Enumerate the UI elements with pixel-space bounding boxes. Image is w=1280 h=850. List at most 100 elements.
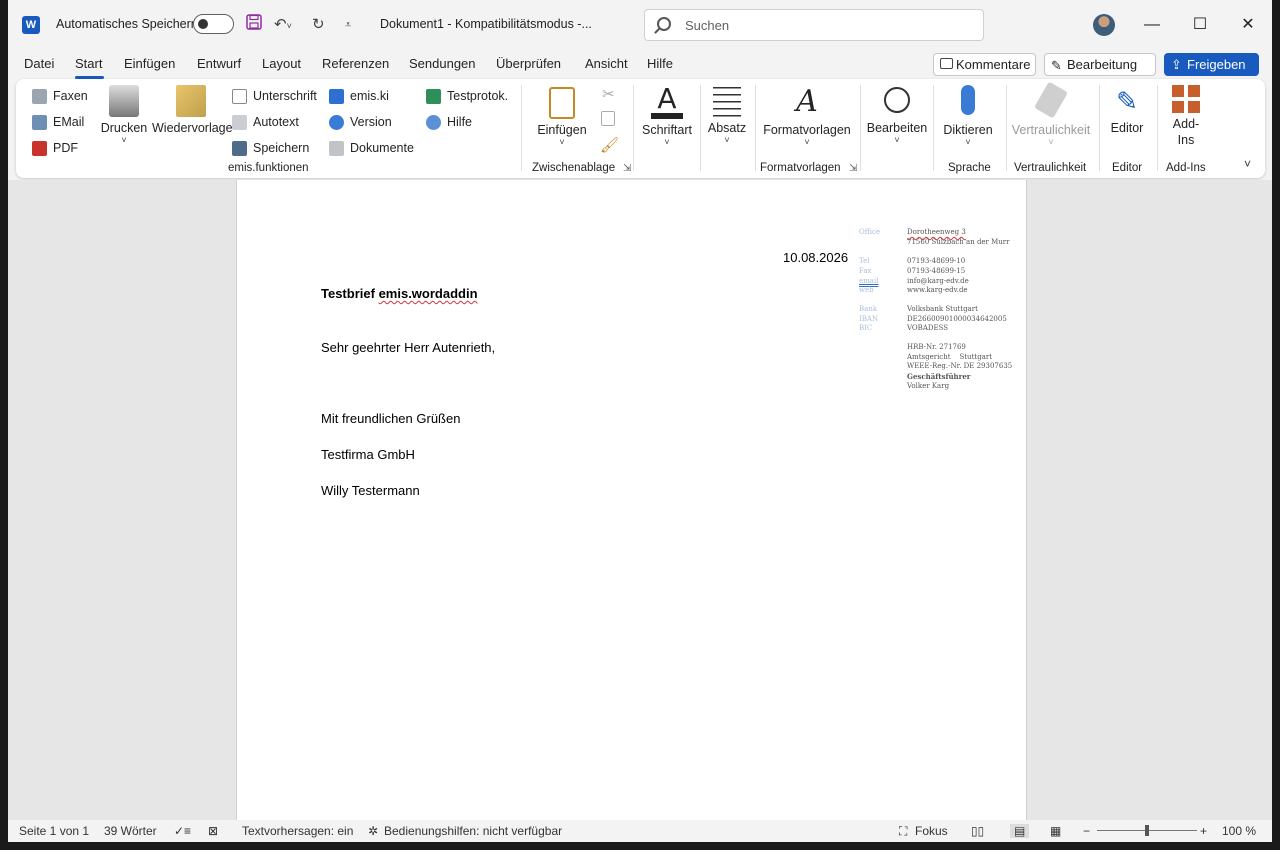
undo-icon[interactable]: ↶˅ [274,14,292,36]
addins-label-line2: Ins [1177,133,1195,147]
document-page[interactable]: 10.08.2026 Testbrief emis.wordaddin Sehr… [236,180,1027,820]
text-predictions[interactable]: Textvorhersagen: ein [242,824,353,838]
tab-ansicht[interactable]: Ansicht [585,56,628,71]
user-avatar[interactable] [1093,14,1115,36]
pencil-icon: ✎ [1051,58,1062,73]
office-label: Office [859,228,881,236]
dictate-button[interactable]: Diktieren ˅ [940,85,996,147]
accessibility-status[interactable]: Bedienungshilfen: nicht verfügbar [384,824,562,838]
microphone-icon [961,85,975,115]
styles-button[interactable]: A Formatvorlagen ˅ [762,85,852,148]
save-button[interactable]: Speichern [232,139,309,157]
search-box[interactable]: Suchen [644,9,984,41]
email-label: EMail [53,115,85,129]
paste-button[interactable]: Einfügen ˅ [537,87,587,147]
word-app-icon[interactable]: W [22,16,40,34]
font-chevron-icon: ˅ [664,137,670,147]
version-button[interactable]: Version [329,113,392,131]
tab-sendungen[interactable]: Sendungen [409,56,476,71]
resubmission-button[interactable]: Wiedervorlage [152,85,233,135]
clipboard-launcher-icon[interactable]: ⇲ [623,163,631,174]
help-button[interactable]: Hilfe [426,113,472,131]
print-layout-icon[interactable]: ▤ [1010,824,1030,838]
signature-icon [232,88,247,104]
tab-referenzen[interactable]: Referenzen [322,56,389,71]
print-button[interactable]: Drucken ˅ [98,85,150,145]
zoom-level[interactable]: 100 % [1222,824,1256,838]
fax-icon [32,88,47,104]
focus-button[interactable]: Fokus [915,824,948,838]
comments-button[interactable]: Kommentare [933,53,1036,76]
proofing-icon[interactable]: ✓≡ [174,824,191,838]
paragraph-button[interactable]: Absatz ˅ [706,87,748,145]
language-icon[interactable]: ⊠ [208,824,218,838]
page-count[interactable]: Seite 1 von 1 [19,824,89,838]
tab-hilfe[interactable]: Hilfe [647,56,673,71]
redo-icon[interactable]: ↻ [312,14,325,36]
editor-button[interactable]: ✎ Editor [1106,85,1148,135]
fax-button[interactable]: Faxen [32,87,88,105]
font-button[interactable]: A Schriftart ˅ [640,85,694,148]
paragraph-chevron-icon: ˅ [724,135,730,145]
pdf-button[interactable]: PDF [32,139,78,157]
editing-mode-button[interactable]: ✎ Bearbeitung ˅ [1044,53,1156,92]
share-label: Freigeben [1187,57,1246,72]
sensitivity-icon [1033,81,1069,119]
autosave-toggle[interactable] [193,14,234,34]
group-label-styles: Formatvorlagen [760,162,841,174]
sensitivity-button[interactable]: Vertraulichkeit ˅ [1011,81,1091,147]
maximize-button[interactable]: ☐ [1185,10,1215,40]
title-bar: W Automatisches Speichern ↶˅ ↻ ⩡ Dokumen… [8,0,1272,50]
paragraph-label: Absatz [707,121,747,135]
zoom-in-icon[interactable]: + [1200,824,1207,838]
group-label-addins: Add-Ins [1166,162,1206,174]
signature-button[interactable]: Unterschrift [232,87,317,105]
emis-ki-button[interactable]: emis.ki [329,87,389,105]
minimize-button[interactable]: — [1137,10,1167,40]
letter-closing: Mit freundlichen Grüßen [321,411,461,426]
documents-button[interactable]: Dokumente [329,139,414,157]
tab-layout[interactable]: Layout [262,56,301,71]
tab-datei[interactable]: Datei [24,56,54,71]
signature-label: Unterschrift [253,89,317,103]
save-label: Speichern [253,141,310,155]
group-label-emis: emis.funktionen [228,162,309,174]
close-button[interactable]: ✕ [1233,10,1263,40]
letter-date: 10.08.2026 [783,250,849,265]
testprotocol-button[interactable]: Testprotok. [426,87,508,105]
tel-value: 07193-48699-10 [907,257,966,265]
tab-start[interactable]: Start [75,56,102,71]
separator [633,85,634,171]
fax-value: 07193-48699-15 [907,267,966,275]
read-mode-icon[interactable]: ▯▯ [971,824,984,838]
ribbon-collapse-icon[interactable]: ˅ [1244,157,1251,171]
cut-icon[interactable]: ✂ [602,85,615,103]
autotext-button[interactable]: Autotext [232,113,299,131]
styles-launcher-icon[interactable]: ⇲ [849,163,857,174]
customize-quick-access-icon[interactable]: ⩡ [345,14,351,36]
group-label-voice: Sprache [948,162,991,174]
share-button[interactable]: ⇪ Freigeben ˅ [1164,53,1259,92]
save-icon[interactable] [246,14,262,36]
font-icon: A [651,85,683,119]
comment-icon [940,58,953,69]
clipboard-icon [549,87,575,119]
document-area[interactable]: 10.08.2026 Testbrief emis.wordaddin Sehr… [8,180,1272,820]
separator [1099,85,1100,171]
word-count[interactable]: 39 Wörter [104,824,157,838]
zoom-out-icon[interactable]: − [1083,824,1090,838]
zoom-slider-handle[interactable] [1145,825,1149,836]
email-button[interactable]: EMail [32,113,84,131]
editing-button[interactable]: Bearbeiten ˅ [866,85,928,145]
tab-einfuegen[interactable]: Einfügen [124,56,175,71]
autotext-label: Autotext [253,115,299,129]
web-layout-icon[interactable]: ▦ [1050,824,1061,838]
tab-ueberpruefen[interactable]: Überprüfen [496,56,561,71]
bic-label: BIC [859,324,873,332]
format-painter-icon[interactable]: 🖌 [600,136,619,154]
copy-icon[interactable] [601,111,615,126]
addins-button[interactable]: Add- Ins [1164,85,1208,147]
fax-label: Faxen [53,89,88,103]
tab-entwurf[interactable]: Entwurf [197,56,241,71]
dictate-chevron-icon: ˅ [965,137,971,147]
